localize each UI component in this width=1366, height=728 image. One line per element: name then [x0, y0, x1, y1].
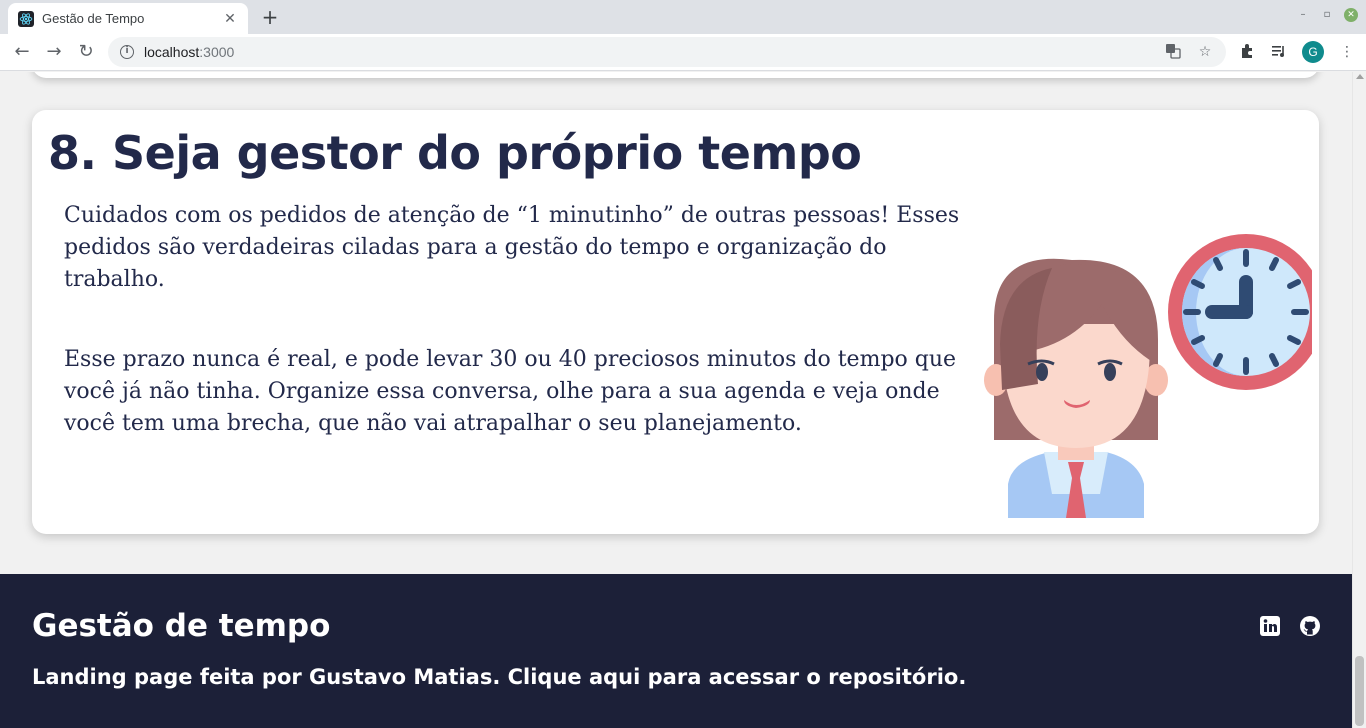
- tip-card: 8. Seja gestor do próprio tempo Cuidados…: [32, 110, 1319, 534]
- section-title: 8. Seja gestor do próprio tempo: [48, 126, 862, 180]
- back-icon[interactable]: ←: [10, 40, 34, 64]
- forward-icon[interactable]: →: [42, 40, 66, 64]
- section-body: Cuidados com os pedidos de atenção de “1…: [64, 200, 974, 488]
- paragraph: Esse prazo nunca é real, e pode levar 30…: [64, 347, 957, 436]
- window-controls: – ▫ ✕: [1296, 8, 1358, 22]
- previous-card: [32, 72, 1319, 78]
- profile-avatar[interactable]: G: [1302, 41, 1324, 63]
- footer-title: Gestão de tempo: [32, 608, 331, 644]
- minimize-icon[interactable]: –: [1296, 8, 1310, 22]
- github-icon[interactable]: [1300, 616, 1320, 636]
- scroll-up-arrow-icon[interactable]: [1356, 74, 1364, 79]
- woman-with-clock-illustration: [984, 234, 1312, 518]
- translate-icon[interactable]: [1164, 43, 1182, 61]
- media-playlist-icon[interactable]: [1270, 43, 1288, 61]
- extensions-icon[interactable]: [1238, 43, 1256, 61]
- linkedin-icon[interactable]: [1260, 616, 1280, 636]
- react-icon: [18, 10, 34, 27]
- browser-tab[interactable]: Gestão de Tempo ✕: [8, 3, 248, 34]
- url-port: :3000: [199, 44, 235, 60]
- browser-tab-bar: Gestão de Tempo ✕ + – ▫ ✕: [0, 0, 1366, 34]
- scrollbar-thumb[interactable]: [1355, 656, 1364, 726]
- tab-title: Gestão de Tempo: [42, 11, 145, 26]
- browser-toolbar: ← → ↻ i localhost :3000 ☆ G ⋮: [0, 34, 1366, 71]
- menu-kebab-icon[interactable]: ⋮: [1338, 43, 1356, 61]
- address-bar[interactable]: i localhost :3000 ☆: [108, 37, 1226, 67]
- page-scrollbar[interactable]: [1352, 72, 1366, 728]
- bookmark-star-icon[interactable]: ☆: [1196, 43, 1214, 61]
- window-close-icon[interactable]: ✕: [1344, 8, 1358, 22]
- site-info-icon[interactable]: i: [120, 45, 134, 59]
- repository-link[interactable]: Landing page feita por Gustavo Matias. C…: [32, 665, 966, 689]
- restore-icon[interactable]: ▫: [1320, 8, 1334, 22]
- social-links: [1260, 616, 1320, 636]
- page-viewport: 8. Seja gestor do próprio tempo Cuidados…: [0, 72, 1352, 728]
- new-tab-button[interactable]: +: [258, 5, 282, 29]
- paragraph: Cuidados com os pedidos de atenção de “1…: [64, 203, 960, 292]
- tab-close-icon[interactable]: ✕: [222, 11, 238, 27]
- page-footer: Gestão de tempo Landing page feita por G…: [0, 574, 1352, 728]
- reload-icon[interactable]: ↻: [74, 40, 98, 64]
- url-host: localhost: [144, 44, 200, 60]
